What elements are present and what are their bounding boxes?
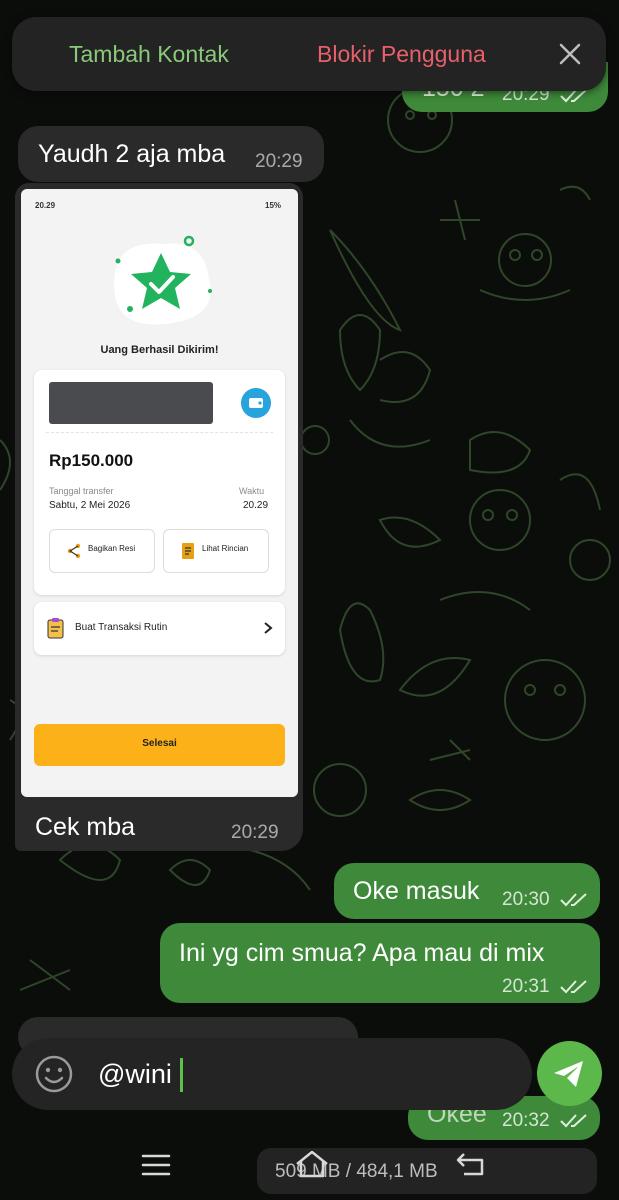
- block-user-button[interactable]: Blokir Pengguna: [317, 41, 486, 68]
- chevron-right-icon: [264, 622, 273, 634]
- message-bubble-outgoing[interactable]: Ini yg cim smua? Apa mau di mix 20:31: [160, 923, 600, 1003]
- transfer-amount: Rp150.000: [49, 451, 134, 470]
- time-label: Waktu: [239, 486, 265, 496]
- view-details-label: Lihat Rincian: [202, 544, 249, 553]
- message-time: 20:32: [502, 1110, 550, 1131]
- message-text: Oke masuk: [353, 877, 480, 905]
- message-input-bar: @wini: [12, 1038, 532, 1110]
- contact-action-bar: Tambah Kontak Blokir Pengguna: [12, 17, 606, 91]
- message-time: 20:29: [255, 151, 303, 172]
- message-input[interactable]: @wini: [98, 1059, 172, 1090]
- document-icon: [182, 543, 194, 559]
- text-caret: [180, 1058, 183, 1092]
- message-caption: Cek mba: [35, 813, 136, 841]
- send-icon: [554, 1061, 583, 1087]
- success-star-icon: [114, 235, 212, 325]
- message-time: 20:31: [502, 976, 550, 997]
- status-time: 20.29: [35, 201, 56, 210]
- transfer-success-title: Uang Berhasil Dikirim!: [100, 344, 219, 356]
- message-text: Yaudh 2 aja mba: [38, 140, 226, 168]
- home-icon[interactable]: [294, 1148, 330, 1180]
- add-contact-button[interactable]: Tambah Kontak: [69, 41, 229, 68]
- double-check-icon: [560, 980, 587, 994]
- routine-transaction-row[interactable]: Buat Transaksi Rutin: [34, 602, 285, 655]
- transfer-screenshot[interactable]: 20.29 15% Uang Berhasil Dikirim! Rp150.0…: [21, 189, 298, 797]
- emoji-icon[interactable]: [34, 1054, 74, 1094]
- done-button[interactable]: Selesai: [34, 724, 285, 766]
- share-receipt-label: Bagikan Resi: [88, 544, 136, 553]
- message-time: 20:30: [502, 889, 550, 910]
- done-button-label: Selesai: [142, 738, 177, 749]
- share-icon: [67, 543, 81, 559]
- send-button[interactable]: [537, 1041, 602, 1106]
- share-receipt-button[interactable]: Bagikan Resi: [49, 529, 155, 573]
- transfer-detail-card: Rp150.000 Tanggal transfer Sabtu, 2 Mei …: [34, 370, 285, 595]
- time-value: 20.29: [243, 500, 269, 511]
- message-bubble-incoming[interactable]: Yaudh 2 aja mba 20:29: [18, 126, 324, 182]
- date-value: Sabtu, 2 Mei 2026: [49, 500, 131, 511]
- status-battery: 15%: [265, 201, 282, 210]
- divider-dashed: [46, 432, 273, 433]
- message-time: 20:29: [231, 822, 279, 843]
- back-icon[interactable]: [454, 1150, 488, 1178]
- close-icon[interactable]: [557, 41, 583, 67]
- wallet-icon: [241, 388, 271, 418]
- recipient-redacted-block: [49, 382, 213, 424]
- message-bubble-outgoing[interactable]: Oke masuk 20:30: [334, 863, 600, 919]
- message-text: Ini yg cim smua? Apa mau di mix: [179, 939, 545, 967]
- double-check-icon: [560, 1114, 587, 1128]
- view-details-button[interactable]: Lihat Rincian: [163, 529, 269, 573]
- clipboard-icon: [47, 618, 64, 639]
- date-label: Tanggal transfer: [49, 486, 114, 496]
- recent-apps-icon[interactable]: [140, 1152, 172, 1178]
- double-check-icon: [560, 893, 587, 907]
- routine-transaction-label: Buat Transaksi Rutin: [75, 622, 168, 633]
- system-navigation-bar: [0, 1140, 619, 1200]
